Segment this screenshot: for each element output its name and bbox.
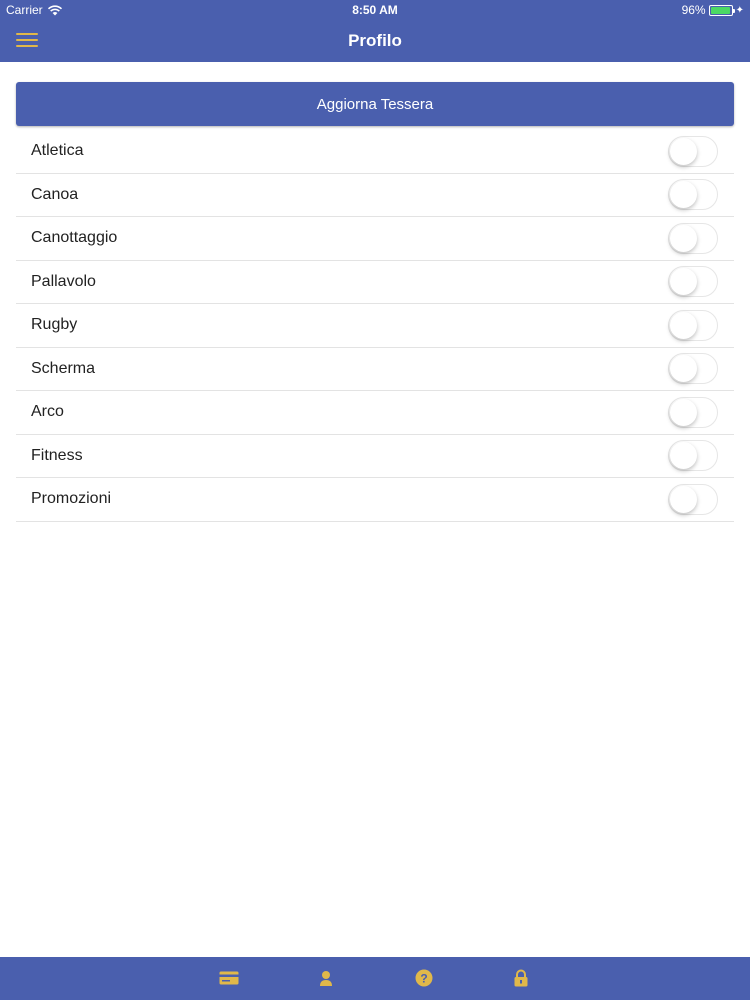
update-card-button[interactable]: Aggiorna Tessera (16, 82, 734, 126)
status-bar: Carrier 8:50 AM 96% ✦ (0, 0, 750, 20)
preference-toggle[interactable] (668, 396, 718, 428)
top-bar: Carrier 8:50 AM 96% ✦ Profilo (0, 0, 750, 62)
list-item: Canottaggio (16, 217, 734, 261)
list-item: Pallavolo (16, 261, 734, 304)
list-item: Canoa (16, 174, 734, 217)
charging-icon: ✦ (735, 4, 744, 16)
preference-toggle[interactable] (668, 179, 718, 211)
preference-label: Fitness (31, 446, 83, 464)
preferences-list: Atletica Canoa Canottaggio Pallavolo Rugby Sc… (16, 130, 734, 522)
toggle-knob (670, 398, 697, 426)
preference-toggle[interactable] (668, 266, 718, 298)
preference-label: Arco (31, 403, 64, 421)
lock-icon (514, 969, 528, 987)
toggle-knob (670, 268, 697, 296)
battery-info: 96% ✦ (682, 3, 744, 17)
battery-fill (710, 6, 730, 14)
preference-label: Rugby (31, 316, 78, 334)
preference-toggle[interactable] (668, 483, 718, 515)
toggle-knob (670, 137, 697, 165)
svg-text:?: ? (420, 972, 427, 986)
tab-help[interactable]: ? (412, 967, 436, 989)
list-item: Promozioni (16, 478, 734, 522)
list-item: Arco (16, 391, 734, 435)
preference-toggle[interactable] (668, 440, 718, 472)
battery-percent: 96% (681, 3, 706, 17)
preference-label: Promozioni (31, 490, 112, 508)
preference-label: Atletica (31, 142, 84, 160)
preference-toggle[interactable] (668, 135, 718, 167)
preference-label: Pallavolo (31, 272, 96, 290)
list-item: Atletica (16, 130, 734, 174)
preference-toggle[interactable] (668, 353, 718, 385)
help-icon: ? (415, 969, 433, 987)
list-item: Fitness (16, 435, 734, 478)
toggle-knob (670, 181, 697, 209)
battery-icon (708, 4, 735, 16)
preference-label: Canottaggio (31, 229, 118, 247)
preference-toggle[interactable] (668, 309, 718, 341)
preference-label: Canoa (31, 185, 79, 203)
tab-lock[interactable] (509, 967, 533, 989)
list-item: Rugby (16, 304, 734, 348)
tab-profile[interactable] (314, 967, 338, 989)
page-title: Profilo (348, 31, 402, 50)
card-icon (219, 971, 239, 985)
toggle-knob (670, 485, 697, 513)
tab-bar: ? (0, 957, 750, 1000)
toggle-knob (670, 442, 697, 470)
preference-toggle[interactable] (668, 222, 718, 254)
status-time: 8:50 AM (352, 3, 398, 17)
preference-label: Scherma (31, 359, 96, 377)
toggle-knob (670, 224, 697, 252)
user-icon (320, 971, 332, 986)
toggle-knob (670, 355, 697, 383)
toggle-knob (670, 311, 697, 339)
tab-card[interactable] (217, 967, 241, 989)
list-item: Scherma (16, 348, 734, 391)
